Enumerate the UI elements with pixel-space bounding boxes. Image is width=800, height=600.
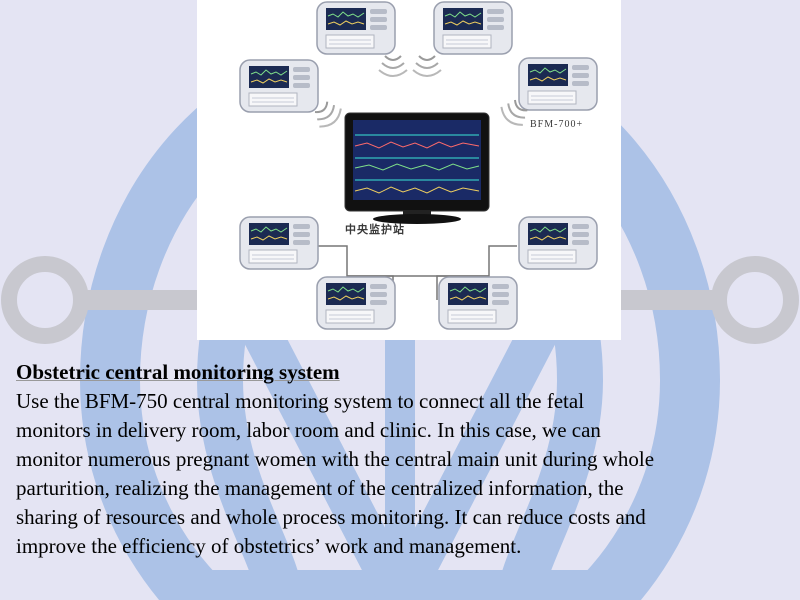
paragraph-line: Use the BFM-750 central monitoring syste… [16, 389, 585, 413]
fetal-monitor-wired-4 [438, 276, 518, 330]
fetal-monitor-wired-2 [518, 216, 598, 270]
section-heading: Obstetric central monitoring system [16, 360, 340, 384]
fetal-monitor-wireless-4 [518, 57, 598, 111]
paragraph-line: improve the efficiency of obstetrics’ wo… [16, 534, 522, 558]
fetal-monitor-wired-1 [239, 216, 319, 270]
wireless-signal-icon [412, 55, 442, 77]
wireless-signal-icon [378, 55, 408, 77]
central-station-label: 中央监护站 [345, 224, 405, 236]
fetal-monitor-wired-3 [316, 276, 396, 330]
monitoring-system-figure: BFM-700+ 中央监护站 [197, 0, 621, 340]
central-station-monitor [344, 112, 490, 224]
paragraph-line: monitors in delivery room, labor room an… [16, 418, 601, 442]
paragraph-line: monitor numerous pregnant women with the… [16, 447, 655, 471]
model-label: BFM-700+ [530, 119, 584, 130]
description-block: Obstetric central monitoring system Use … [16, 358, 796, 561]
fetal-monitor-wireless-3 [239, 59, 319, 113]
fetal-monitor-wireless-1 [316, 1, 396, 55]
paragraph-line: parturition, realizing the management of… [16, 476, 624, 500]
monitoring-diagram [239, 1, 598, 330]
paragraph-line: sharing of resources and whole process m… [16, 505, 646, 529]
fetal-monitor-wireless-2 [433, 1, 513, 55]
